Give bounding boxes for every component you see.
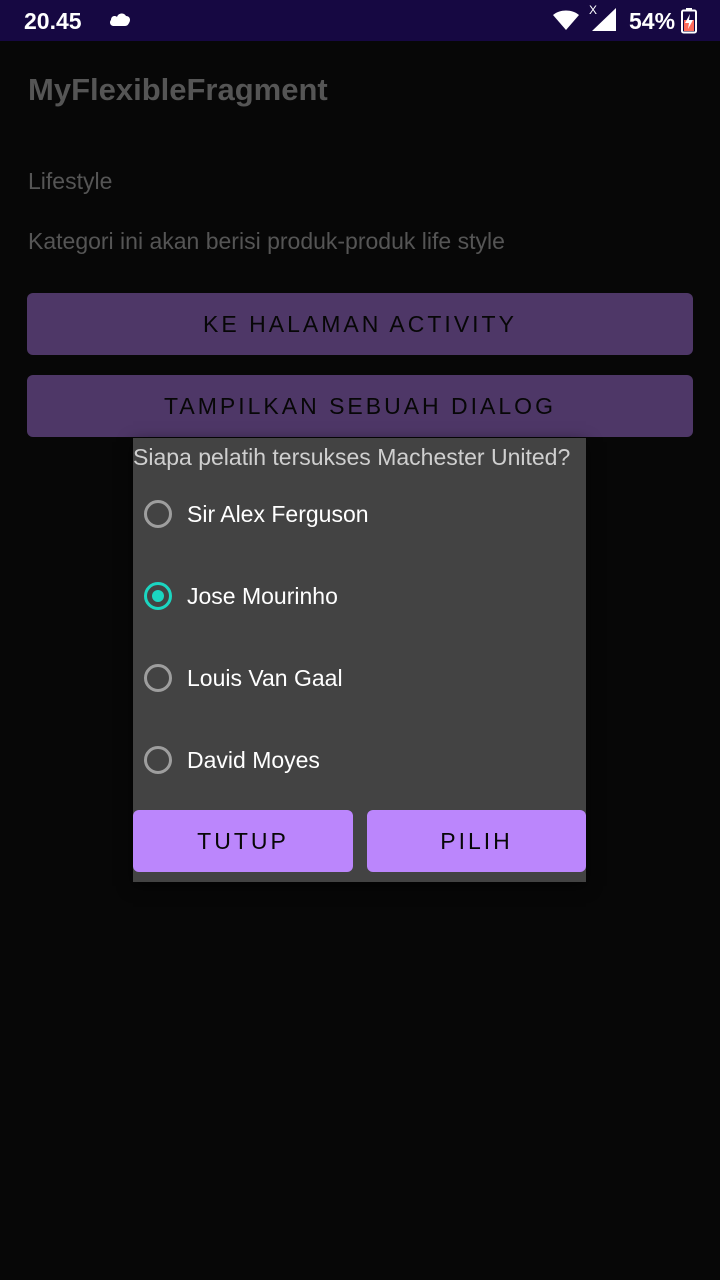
radio-option-mourinho[interactable]: Jose Mourinho [133, 566, 586, 626]
cloud-icon [108, 10, 132, 32]
wifi-icon [552, 8, 580, 36]
category-title: Lifestyle [28, 168, 113, 194]
radio-label: Sir Alex Ferguson [187, 501, 369, 527]
close-button[interactable]: TUTUP [133, 810, 353, 872]
status-time: 20.45 [24, 8, 82, 34]
category-description: Kategori ini akan berisi produk-produk l… [28, 228, 505, 254]
radio-label: Jose Mourinho [187, 583, 338, 609]
radio-option-ferguson[interactable]: Sir Alex Ferguson [133, 484, 586, 544]
radio-option-moyes[interactable]: David Moyes [133, 730, 586, 790]
dialog-question: Siapa pelatih tersukses Machester United… [133, 444, 571, 470]
battery-percent: 54% [629, 8, 676, 34]
status-bar: 20.45 X 54% [0, 0, 720, 41]
radio-button[interactable] [144, 500, 172, 528]
radio-option-van-gaal[interactable]: Louis Van Gaal [133, 648, 586, 708]
radio-label: David Moyes [187, 747, 320, 773]
battery-charging-icon [681, 8, 697, 38]
show-dialog-button[interactable]: TAMPILKAN SEBUAH DIALOG [27, 375, 693, 437]
app-title: MyFlexibleFragment [28, 72, 328, 107]
signal-icon [590, 6, 617, 36]
radio-button[interactable] [144, 746, 172, 774]
radio-label: Louis Van Gaal [187, 665, 343, 691]
choose-button[interactable]: PILIH [367, 810, 586, 872]
radio-button[interactable] [144, 664, 172, 692]
coach-dialog: Siapa pelatih tersukses Machester United… [133, 438, 586, 882]
radio-button-selected[interactable] [144, 582, 172, 610]
to-activity-button[interactable]: KE HALAMAN ACTIVITY [27, 293, 693, 355]
